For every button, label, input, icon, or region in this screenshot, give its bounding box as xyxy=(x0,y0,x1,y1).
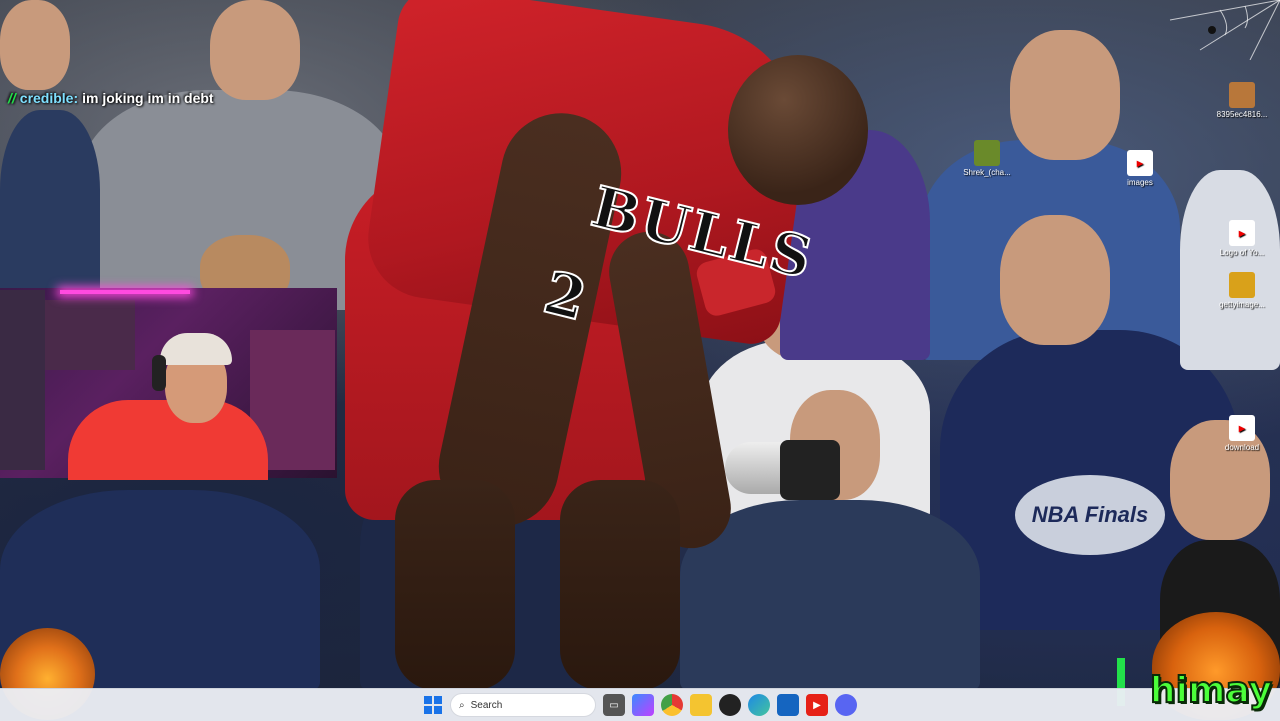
webcam-shelf xyxy=(0,290,45,470)
streamer-cap xyxy=(160,333,232,365)
streamer-name: himay xyxy=(1149,669,1273,712)
edge-icon[interactable] xyxy=(748,694,770,716)
player-leg xyxy=(395,480,515,688)
desktop-icon-youtube-logo[interactable]: ▶ Logo of Yo... xyxy=(1212,220,1272,257)
youtube-icon: ▶ xyxy=(1229,415,1255,441)
webcam-led-strip xyxy=(60,290,190,294)
headphones-icon xyxy=(152,355,166,391)
webcam-poster xyxy=(45,300,135,370)
streamer-shirt xyxy=(68,400,268,480)
chrome-icon[interactable] xyxy=(661,694,683,716)
chat-text: im joking im in debt xyxy=(82,90,214,106)
youtube-icon: ▶ xyxy=(1127,150,1153,176)
crowd-person xyxy=(0,110,100,310)
chat-badge-icon: // xyxy=(8,90,16,106)
search-placeholder: Search xyxy=(470,699,503,711)
desktop-icon-download[interactable]: ▶ download xyxy=(1212,415,1272,452)
search-icon: ⌕ xyxy=(459,699,465,711)
discord-icon[interactable] xyxy=(835,694,857,716)
desktop-icon-label: 8395ec4816... xyxy=(1216,110,1268,119)
spider-web-icon xyxy=(1169,0,1280,60)
desktop-icon-images[interactable]: ▶ images xyxy=(1110,150,1170,187)
shrek-icon xyxy=(974,140,1000,166)
desktop-icon-label: gettyimage... xyxy=(1219,300,1265,309)
crowd-person xyxy=(1180,170,1280,370)
folder-icon[interactable] xyxy=(690,694,712,716)
chat-username: credible: xyxy=(19,90,79,106)
windows-start-button[interactable] xyxy=(424,696,442,714)
player-leg xyxy=(560,480,680,688)
crowd-face xyxy=(1000,215,1110,345)
image-icon xyxy=(1229,272,1255,298)
desktop-icon-label: Logo of Yo... xyxy=(1219,248,1265,257)
crowd-face xyxy=(0,0,70,90)
task-view-icon[interactable]: ▭ xyxy=(603,694,625,716)
desktop-icon-label: images xyxy=(1127,178,1153,187)
desktop-icon-shrek[interactable]: Shrek_(cha... xyxy=(957,140,1017,177)
player-head xyxy=(728,55,868,205)
taskbar: ⌕ Search ▭ ▶ xyxy=(0,688,1280,721)
desktop-icon-label: Shrek_(cha... xyxy=(963,168,1011,177)
crowd-face xyxy=(210,0,300,100)
youtube-icon: ▶ xyxy=(1229,220,1255,246)
youtube-icon[interactable]: ▶ xyxy=(806,694,828,716)
finals-badge: NBA Finals xyxy=(1015,475,1165,555)
taskbar-search-box[interactable]: ⌕ Search xyxy=(450,693,596,717)
store-icon[interactable] xyxy=(777,694,799,716)
image-icon xyxy=(1229,82,1255,108)
obs-icon[interactable] xyxy=(719,694,741,716)
desktop-icon-image-1[interactable]: 8395ec4816... xyxy=(1212,82,1272,119)
copilot-icon[interactable] xyxy=(632,694,654,716)
desktop-icon-label: download xyxy=(1224,443,1260,452)
desktop-icon-gettyimages[interactable]: gettyimage... xyxy=(1212,272,1272,309)
chat-message: // credible: im joking im in debt xyxy=(8,90,214,106)
camera-body xyxy=(780,440,840,500)
crowd-face xyxy=(1010,30,1120,160)
